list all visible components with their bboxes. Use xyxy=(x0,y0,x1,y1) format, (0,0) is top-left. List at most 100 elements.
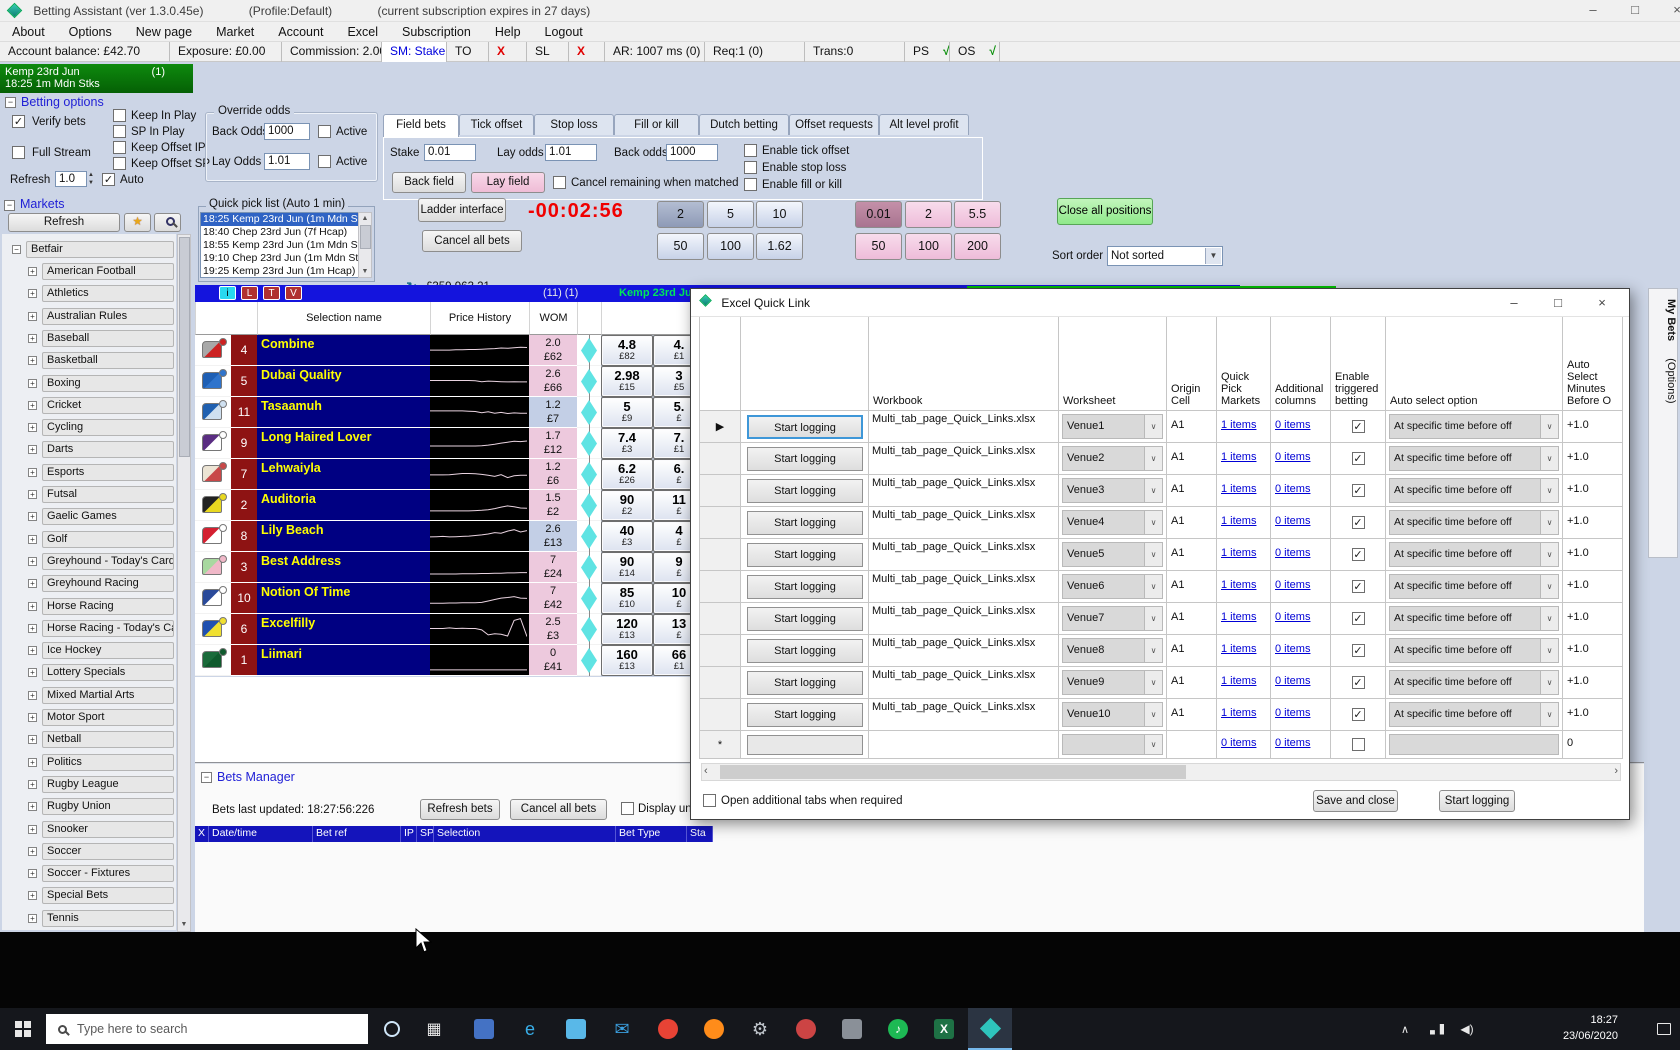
lay-stake-preset[interactable]: 5.5 xyxy=(954,201,1001,228)
worksheet-select[interactable]: Venue4∨ xyxy=(1062,510,1163,535)
maximize-button[interactable]: □ xyxy=(1616,0,1654,22)
chevron-down-icon[interactable]: ∨ xyxy=(1144,703,1162,726)
worksheet-select[interactable]: Venue10∨ xyxy=(1062,702,1163,727)
minutes-before-cell[interactable]: +1.0 xyxy=(1563,507,1623,539)
auto-select-option[interactable]: At specific time before off∨ xyxy=(1389,638,1559,663)
save-and-close-button[interactable]: Save and close xyxy=(1313,790,1398,812)
start-logging-button[interactable]: Start logging xyxy=(747,575,863,599)
start-logging-button[interactable]: Start logging xyxy=(747,639,863,663)
markets-refresh-button[interactable]: Refresh xyxy=(8,213,120,232)
auto-select-option[interactable]: At specific time before off∨ xyxy=(1389,702,1559,727)
runner-name[interactable]: Liimari xyxy=(257,645,430,676)
start-logging-button[interactable]: Start logging xyxy=(747,511,863,535)
back-price-cell[interactable]: 2.98£15 xyxy=(601,366,653,397)
chevron-down-icon[interactable]: ∨ xyxy=(1144,415,1162,438)
tree-expand-icon[interactable]: + xyxy=(28,289,37,298)
task-view-button[interactable]: ▦ xyxy=(414,1008,454,1050)
market-node-motor-sport[interactable]: Motor Sport xyxy=(42,709,174,726)
chevron-down-icon[interactable]: ∨ xyxy=(1144,607,1162,630)
runner-name[interactable]: Excelfilly xyxy=(257,614,430,645)
excel-button[interactable]: X xyxy=(922,1008,966,1050)
quick-pick-markets-link[interactable]: 1 items xyxy=(1221,707,1256,719)
tree-expand-icon[interactable]: + xyxy=(28,445,37,454)
edge-button[interactable]: e xyxy=(508,1008,552,1050)
origin-cell[interactable]: A1 xyxy=(1167,411,1217,443)
tree-expand-icon[interactable]: + xyxy=(28,891,37,900)
market-node-greyhound-racing[interactable]: Greyhound Racing xyxy=(42,575,174,592)
market-node-politics[interactable]: Politics xyxy=(42,754,174,771)
market-node-tennis[interactable]: Tennis xyxy=(42,910,174,927)
store-button[interactable] xyxy=(554,1008,598,1050)
dialog-new-row-selector[interactable]: * xyxy=(699,731,741,759)
tree-expand-icon[interactable]: + xyxy=(28,668,37,677)
tab-offset-requests[interactable]: Offset requests xyxy=(789,114,879,135)
back-stake-preset[interactable]: 5 xyxy=(707,201,754,228)
hedge-diamond-icon[interactable] xyxy=(581,586,597,611)
refresh-interval-input[interactable]: 1.0 xyxy=(55,171,87,187)
market-node-rugby-league[interactable]: Rugby League xyxy=(42,776,174,793)
workbook-cell[interactable]: Multi_tab_page_Quick_Links.xlsx xyxy=(869,603,1059,635)
chevron-down-icon[interactable]: ∨ xyxy=(1540,511,1558,534)
enable-tick-offset-checkbox[interactable] xyxy=(744,144,757,157)
market-node-soccer[interactable]: Soccer xyxy=(42,843,174,860)
dialog-close-button[interactable]: × xyxy=(1587,292,1617,314)
worksheet-select[interactable]: Venue7∨ xyxy=(1062,606,1163,631)
dialog-minimize-button[interactable]: – xyxy=(1499,292,1529,314)
market-node-boxing[interactable]: Boxing xyxy=(42,375,174,392)
market-node-mixed-martial-arts[interactable]: Mixed Martial Arts xyxy=(42,687,174,704)
tree-expand-icon[interactable]: + xyxy=(28,401,37,410)
markets-search-button[interactable] xyxy=(154,213,181,232)
origin-cell[interactable]: A1 xyxy=(1167,635,1217,667)
origin-cell[interactable]: A1 xyxy=(1167,443,1217,475)
enable-triggered-checkbox[interactable] xyxy=(1352,708,1365,721)
market-node-athletics[interactable]: Athletics xyxy=(42,285,174,302)
chevron-down-icon[interactable]: ∨ xyxy=(1144,543,1162,566)
quick-pick-markets-link[interactable]: 1 items xyxy=(1221,579,1256,591)
tree-expand-icon[interactable]: + xyxy=(28,735,37,744)
chevron-down-icon[interactable]: ∨ xyxy=(1144,735,1162,754)
dialog-row-selector[interactable] xyxy=(699,571,741,603)
tree-expand-icon[interactable]: + xyxy=(28,624,37,633)
additional-columns-link[interactable]: 0 items xyxy=(1275,707,1310,719)
chevron-down-icon[interactable]: ∨ xyxy=(1540,639,1558,662)
menu-item-excel[interactable]: Excel xyxy=(335,22,390,42)
pinned-app-red-button[interactable] xyxy=(784,1008,828,1050)
enable-triggered-checkbox[interactable] xyxy=(1352,484,1365,497)
chevron-down-icon[interactable]: ∨ xyxy=(1144,639,1162,662)
chrome-button[interactable] xyxy=(646,1008,690,1050)
back-stake-preset[interactable]: 10 xyxy=(756,201,803,228)
enable-triggered-checkbox[interactable] xyxy=(1352,676,1365,689)
back-odds-input[interactable]: 1000 xyxy=(666,144,718,161)
runner-name[interactable]: Best Address xyxy=(257,552,430,583)
tab-dutch-betting[interactable]: Dutch betting xyxy=(699,114,789,135)
scroll-right-icon[interactable]: › xyxy=(1614,765,1618,777)
minutes-before-cell[interactable]: +1.0 xyxy=(1563,699,1623,731)
back-price-cell[interactable]: 120£13 xyxy=(601,614,653,645)
lay-stake-preset[interactable]: 0.01 xyxy=(855,201,902,228)
dialog-row-selector[interactable] xyxy=(699,667,741,699)
back-price-cell[interactable]: 160£13 xyxy=(601,645,653,676)
worksheet-select[interactable]: Venue5∨ xyxy=(1062,542,1163,567)
additional-columns-link[interactable]: 0 items xyxy=(1275,515,1310,527)
worksheet-select[interactable]: Venue6∨ xyxy=(1062,574,1163,599)
refresh-bets-button[interactable]: Refresh bets xyxy=(420,799,500,820)
start-logging-button[interactable]: Start logging xyxy=(747,607,863,631)
tree-expand-icon[interactable]: + xyxy=(28,713,37,722)
tree-expand-icon[interactable]: + xyxy=(28,802,37,811)
back-price-cell[interactable]: 40£3 xyxy=(601,521,653,552)
enable-triggered-checkbox[interactable] xyxy=(1352,548,1365,561)
runner-name[interactable]: Long Haired Lover xyxy=(257,428,430,459)
start-logging-button[interactable]: Start logging xyxy=(747,671,863,695)
bets-manager-collapse[interactable]: − xyxy=(201,772,212,783)
lay-stake-preset[interactable]: 100 xyxy=(905,233,952,260)
open-additional-tabs-checkbox[interactable] xyxy=(703,794,716,807)
back-price-cell[interactable]: 6.2£26 xyxy=(601,459,653,490)
additional-columns-link[interactable]: 0 items xyxy=(1275,675,1310,687)
market-node-lottery-specials[interactable]: Lottery Specials xyxy=(42,664,174,681)
chevron-down-icon[interactable]: ∨ xyxy=(1540,703,1558,726)
start-logging-button[interactable]: Start logging xyxy=(747,479,863,503)
runner-name[interactable]: Notion Of Time xyxy=(257,583,430,614)
additional-columns-link[interactable]: 0 items xyxy=(1275,451,1310,463)
quick-pick-list[interactable]: 18:25 Kemp 23rd Jun (1m Mdn Stks)18:40 C… xyxy=(200,212,372,278)
runner-name[interactable]: Lily Beach xyxy=(257,521,430,552)
